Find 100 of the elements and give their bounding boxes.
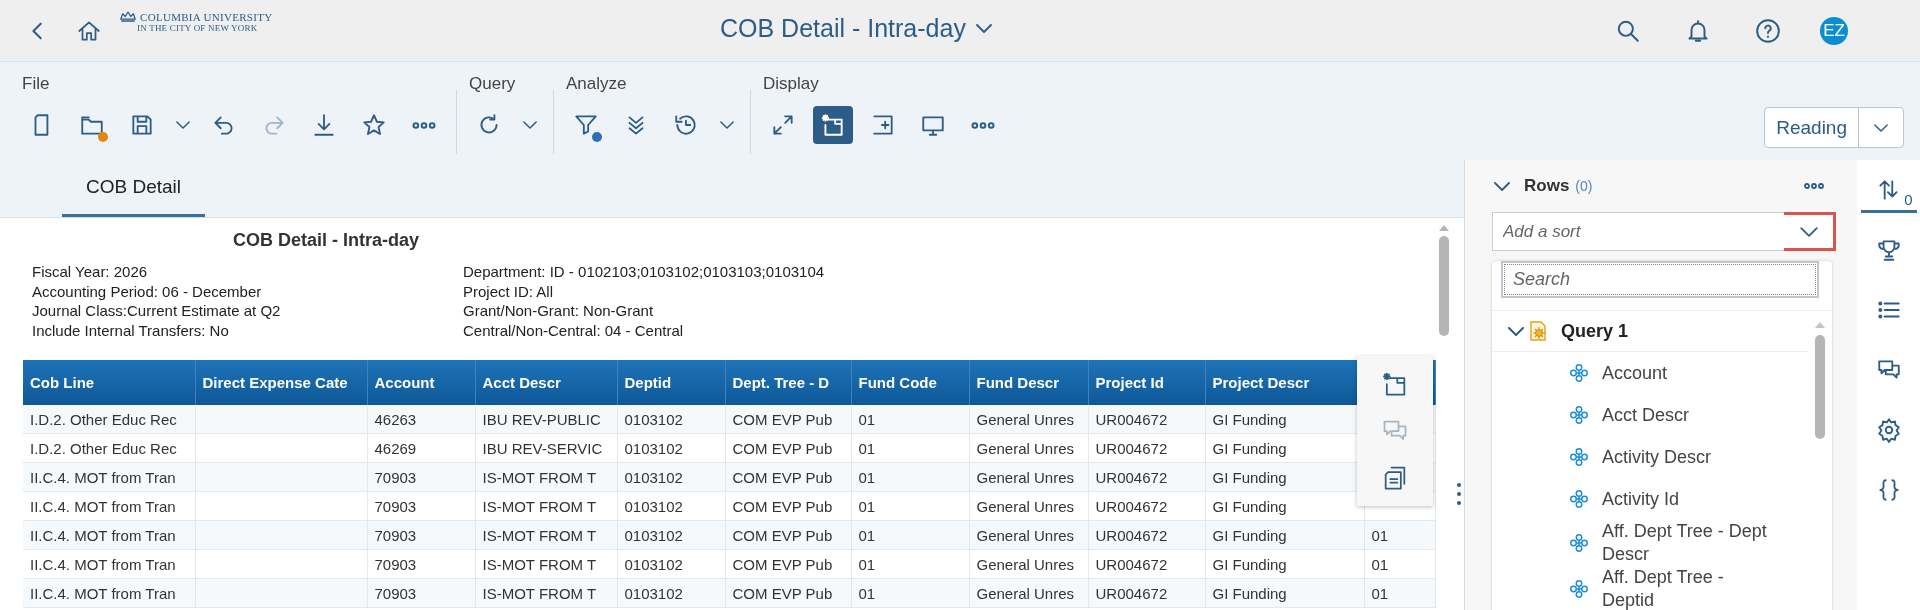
table-cell: UR004672 — [1088, 462, 1205, 492]
caret-icon — [1799, 226, 1818, 237]
side-tab[interactable]: 0 — [1860, 170, 1917, 213]
table-cell: 01 — [851, 433, 969, 463]
table-cell: 01 — [851, 462, 969, 492]
table-cell: II.C.4. MOT from Tran — [23, 491, 195, 521]
column-header[interactable]: Deptid — [617, 360, 725, 405]
list-item[interactable]: Activity Id — [1602, 487, 1680, 511]
filter-text: Grant/Non-Grant: Non-Grant — [463, 301, 655, 321]
more-icon — [412, 121, 436, 129]
toolbar-group-label: File — [22, 74, 51, 95]
help-button[interactable] — [1754, 16, 1782, 45]
more-icon — [971, 121, 995, 129]
user-avatar[interactable]: EZ — [1820, 16, 1848, 45]
table-cell: 0103102 — [617, 578, 725, 608]
table-cell: COM EVP Pub — [725, 405, 851, 434]
table-cell: II.C.4. MOT from Tran — [23, 462, 195, 492]
logo-subtitle: IN THE CITY OF NEW YORK — [137, 23, 259, 33]
dimension-icon — [1568, 404, 1590, 426]
table-cell: 01 — [1364, 520, 1435, 550]
search-field[interactable]: Search — [1501, 261, 1819, 298]
column-header[interactable]: Project Id — [1088, 360, 1205, 405]
filter-text: Central/Non-Central: 04 - Central — [463, 320, 685, 340]
table-cell: 01 — [851, 578, 969, 608]
grip-icon[interactable] — [1456, 482, 1462, 506]
filter-icon — [573, 112, 599, 138]
table-cell: GI Funding — [1205, 549, 1364, 579]
filter-text: Fiscal Year: 2026 — [32, 262, 149, 282]
toolbar-button[interactable] — [813, 106, 853, 144]
table-cell: UR004672 — [1088, 491, 1205, 521]
column-header[interactable]: Acct Descr — [475, 360, 617, 405]
table-cell: COM EVP Pub — [725, 520, 851, 550]
list-item[interactable]: Acct Descr — [1602, 403, 1689, 427]
filter-text: Accounting Period: 06 - December — [32, 281, 263, 301]
page-tab[interactable]: COB Detail — [62, 160, 206, 217]
table-cell: GI Funding — [1205, 578, 1364, 608]
table-cell: 46263 — [367, 405, 475, 434]
dropdown-toggle[interactable] — [1784, 212, 1836, 251]
crown-icon — [119, 10, 137, 23]
column-header[interactable]: Direct Expense Cate — [195, 360, 367, 405]
history-icon — [673, 112, 699, 138]
dimension-icon — [1568, 578, 1590, 600]
table-cell: General Unres — [969, 405, 1088, 434]
list-item[interactable]: Activity Descr — [1602, 445, 1711, 469]
caret-icon — [720, 121, 734, 129]
trophy-icon — [1875, 237, 1902, 263]
filter-text: Journal Class:Current Estimate at Q2 — [32, 301, 282, 321]
column-header[interactable]: Dept. Tree - D — [725, 360, 851, 405]
table-cell: 01 — [851, 491, 969, 521]
table-cell: IS-MOT FROM T — [475, 491, 617, 521]
table-cell: General Unres — [969, 491, 1088, 521]
star-icon — [361, 112, 387, 138]
tree-node-label[interactable]: Query 1 — [1561, 320, 1629, 342]
table-cell: 0103102 — [617, 462, 725, 492]
list-item[interactable]: Account — [1602, 361, 1668, 385]
dimension-icon — [1568, 488, 1590, 510]
column-header[interactable]: Fund Code — [851, 360, 969, 405]
table-cell: 0103102 — [617, 520, 725, 550]
filter-text: Department: ID - 0102103;0103102;0103103;0103104 — [463, 262, 826, 282]
expand-icon — [770, 112, 796, 138]
story-title-menu[interactable]: COB Detail - Intra-day — [720, 14, 992, 43]
table-cell: General Unres — [969, 433, 1088, 463]
list-item[interactable]: Aff. Dept Tree - Deptid — [1602, 566, 1772, 610]
table-cell: GI Funding — [1205, 520, 1364, 550]
table-cell: UR004672 — [1088, 433, 1205, 463]
section-title: Rows — [1524, 176, 1570, 196]
sort-field[interactable]: Add a sort — [1492, 212, 1784, 251]
table-cell: 01 — [851, 549, 969, 579]
table-cell: 70903 — [367, 462, 475, 492]
table-cell: I.D.2. Other Educ Rec — [23, 405, 195, 434]
sort-count-label: 0 — [1904, 191, 1913, 208]
caret-icon — [176, 121, 190, 129]
list-item[interactable]: Aff. Dept Tree - Dept Descr — [1602, 520, 1772, 566]
dimension-icon — [1568, 532, 1590, 554]
table-cell: II.C.4. MOT from Tran — [23, 520, 195, 550]
table-cell: 70903 — [367, 549, 475, 579]
table-cell: General Unres — [969, 520, 1088, 550]
column-header[interactable]: Fund Descr — [969, 360, 1088, 405]
table-cell: I.D.2. Other Educ Rec — [23, 433, 195, 463]
filter-text: Include Internal Transfers: No — [32, 320, 230, 340]
caret-icon — [1494, 181, 1510, 191]
column-header[interactable]: Cob Line — [23, 360, 195, 405]
table-cell: COM EVP Pub — [725, 549, 851, 579]
section-count: (0) — [1575, 178, 1593, 194]
add-panel-icon — [870, 112, 896, 138]
column-header[interactable]: Account — [367, 360, 475, 405]
report-title: COB Detail - Intra-day — [232, 230, 421, 252]
table-cell: IS-MOT FROM T — [475, 520, 617, 550]
table-cell: COM EVP Pub — [725, 491, 851, 521]
table-cell: 70903 — [367, 520, 475, 550]
dimension-icon — [1568, 362, 1590, 384]
table-cell: General Unres — [969, 578, 1088, 608]
table-cell: 70903 — [367, 578, 475, 608]
table-cell: 46269 — [367, 433, 475, 463]
table-cell: II.C.4. MOT from Tran — [23, 578, 195, 608]
table-cell: UR004672 — [1088, 578, 1205, 608]
table-cell: IS-MOT FROM T — [475, 549, 617, 579]
help-icon — [1755, 17, 1781, 44]
table-cell: UR004672 — [1088, 520, 1205, 550]
table-cell: 70903 — [367, 491, 475, 521]
